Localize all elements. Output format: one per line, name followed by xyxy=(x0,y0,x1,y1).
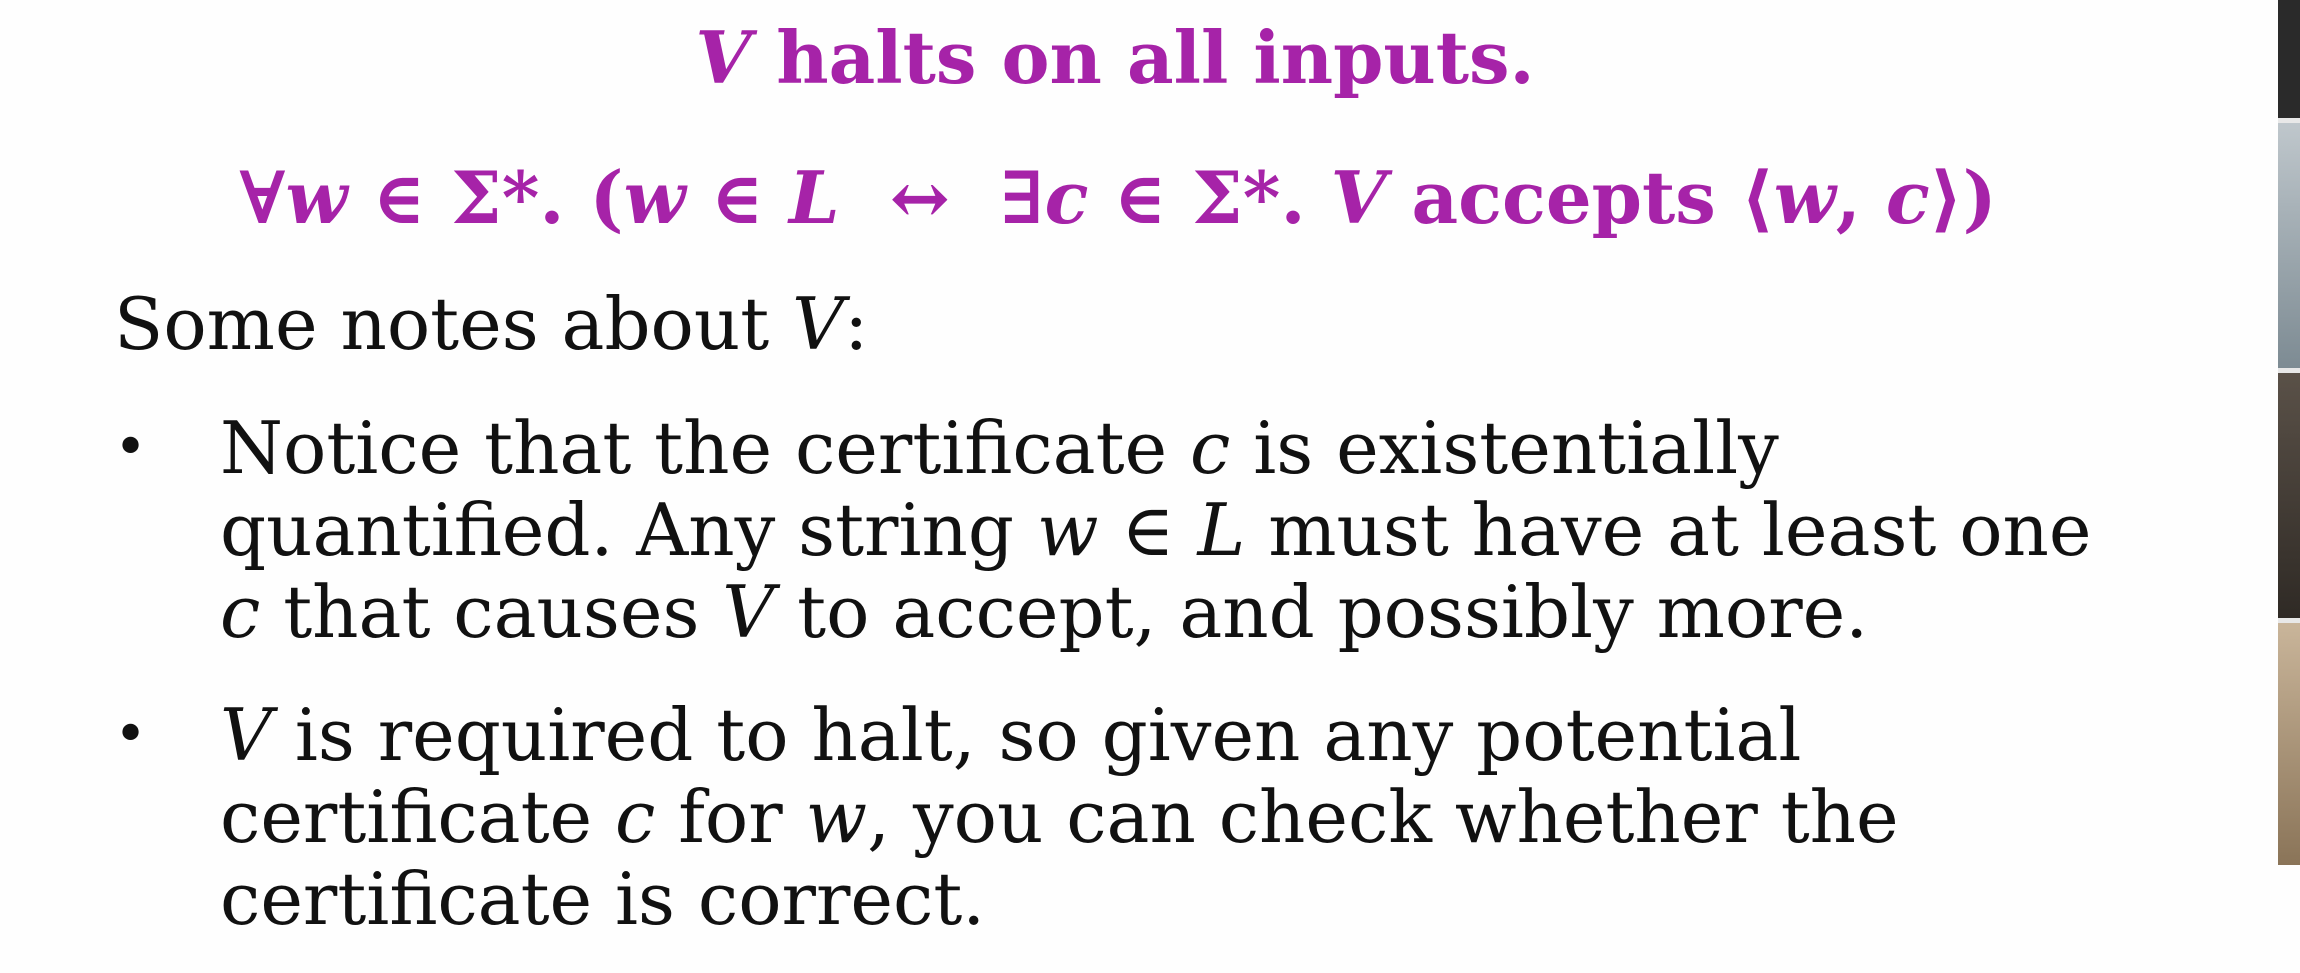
var-c: c xyxy=(1190,406,1231,490)
text-run: must have at least one xyxy=(1245,488,2092,572)
formula-text: , xyxy=(1835,155,1886,240)
text-run: for xyxy=(655,775,806,859)
var-c: c xyxy=(220,570,261,654)
text-run: is existentially xyxy=(1230,406,1779,490)
participant-video-tile[interactable] xyxy=(2278,373,2300,618)
formula-text: ∈ Σ*. xyxy=(1088,155,1331,240)
formula-text: accepts ⟨ xyxy=(1386,155,1774,240)
formula-text: ∈ Σ*. ( xyxy=(347,155,624,240)
intro-text: Some notes about xyxy=(114,282,793,366)
formula-var-c: c xyxy=(1885,155,1930,240)
participant-video-tile[interactable] xyxy=(2278,623,2300,865)
text-run: to accept, and possibly more. xyxy=(774,570,1869,654)
bullet-text: Notice that the certificate c is existen… xyxy=(220,407,2300,653)
bullet-icon: • xyxy=(114,415,148,480)
var-w: w xyxy=(1036,488,1099,572)
intro-var-v: V xyxy=(792,282,845,366)
text-run: , you can check whether the xyxy=(867,775,1899,859)
formula-var-w: w xyxy=(623,155,686,240)
slide: V halts on all inputs. ∀w ∈ Σ*. (w ∈ L ↔ ∃… xyxy=(0,0,2300,973)
bullet-icon: • xyxy=(114,702,148,767)
text-run: ∈ xyxy=(1098,488,1198,572)
formula-exists: ∃ xyxy=(999,155,1045,240)
bullet-line: certificate is correct. xyxy=(220,858,2300,940)
text-run: that causes xyxy=(260,570,723,654)
formula-var-v: V xyxy=(1330,155,1387,240)
var-c: c xyxy=(615,775,656,859)
bullet-line: Notice that the certificate c is existen… xyxy=(220,407,2300,489)
text-run: certificate is correct. xyxy=(220,857,986,941)
formula-text: ∈ xyxy=(685,155,790,240)
participant-video-tile[interactable] xyxy=(2278,0,2300,118)
formula-var-w: w xyxy=(285,155,348,240)
text-run: certificate xyxy=(220,775,616,859)
var-v: V xyxy=(220,693,272,777)
bullet-line: certificate c for w, you can check wheth… xyxy=(220,776,2300,858)
video-participant-strip xyxy=(2278,0,2300,865)
bullet-line: V is required to halt, so given any pote… xyxy=(220,694,2300,776)
slide-heading-halting: V halts on all inputs. xyxy=(0,8,2250,108)
heading-halting-text: halts on all inputs. xyxy=(751,15,1535,100)
formula-text: ⟩) xyxy=(1929,155,1997,240)
slide-heading-formula: ∀w ∈ Σ*. (w ∈ L ↔ ∃c ∈ Σ*. V accepts ⟨w, c… xyxy=(0,148,2253,248)
formula-forall: ∀ xyxy=(239,155,286,240)
text-run: is required to halt, so given any potent… xyxy=(272,693,1802,777)
text-run: quantified. Any string xyxy=(220,488,1037,572)
formula-iff-arrow: ↔ xyxy=(889,155,950,240)
formula-var-c: c xyxy=(1044,155,1089,240)
var-l: L xyxy=(1197,488,1246,572)
notes-intro: Some notes about V: xyxy=(114,274,868,374)
bullet-line: quantified. Any string w ∈ L must have a… xyxy=(220,489,2300,571)
formula-var-l: L xyxy=(789,155,840,240)
text-run: Notice that the certificate xyxy=(220,406,1190,490)
intro-colon: : xyxy=(844,282,869,366)
heading-var-v: V xyxy=(695,15,752,100)
bullet-line: c that causes V to accept, and possibly … xyxy=(220,571,2300,653)
participant-video-tile[interactable] xyxy=(2278,123,2300,368)
formula-var-w: w xyxy=(1773,155,1836,240)
var-w: w xyxy=(805,775,868,859)
bullet-text: V is required to halt, so given any pote… xyxy=(220,694,2300,940)
var-v: V xyxy=(722,570,775,654)
